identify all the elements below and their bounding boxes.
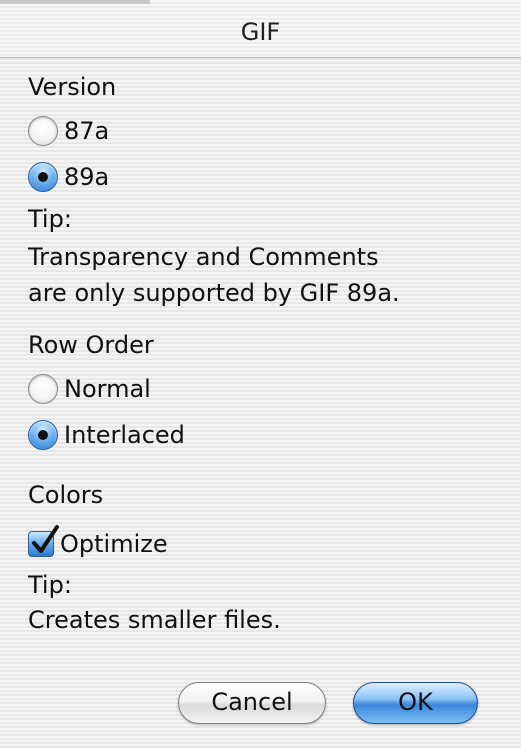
window-title: GIF: [240, 18, 281, 46]
radio-selected-icon[interactable]: [28, 420, 58, 450]
radio-87a-label: 87a: [64, 117, 110, 145]
checkbox-checked-icon[interactable]: [28, 525, 59, 557]
colors-tip-line-1: Creates smaller files.: [28, 606, 281, 634]
title-bar: GIF: [0, 0, 521, 58]
radio-87a[interactable]: 87a: [28, 114, 109, 148]
row-order-label: Row Order: [28, 331, 154, 359]
optimize-label: Optimize: [60, 530, 168, 558]
radio-unselected-icon[interactable]: [28, 374, 58, 404]
cancel-button[interactable]: Cancel: [178, 682, 326, 724]
radio-normal[interactable]: Normal: [28, 372, 151, 406]
colors-label: Colors: [28, 481, 104, 509]
radio-selected-icon[interactable]: [28, 162, 58, 192]
radio-89a[interactable]: 89a: [28, 160, 109, 194]
radio-interlaced[interactable]: Interlaced: [28, 418, 185, 452]
title-bar-edge: [0, 0, 150, 4]
version-tip-label: Tip:: [28, 205, 72, 233]
version-label: Version: [28, 73, 117, 101]
checkmark-icon: [32, 525, 59, 553]
radio-unselected-icon[interactable]: [28, 116, 58, 146]
radio-interlaced-label: Interlaced: [64, 421, 185, 449]
radio-normal-label: Normal: [64, 375, 151, 403]
optimize-checkbox[interactable]: Optimize: [28, 525, 168, 561]
colors-tip-label: Tip:: [28, 571, 72, 599]
version-tip-line-1: Transparency and Comments: [28, 243, 379, 271]
radio-89a-label: 89a: [64, 163, 110, 191]
version-tip-line-2: are only supported by GIF 89a.: [28, 279, 400, 307]
ok-button[interactable]: OK: [353, 682, 478, 724]
